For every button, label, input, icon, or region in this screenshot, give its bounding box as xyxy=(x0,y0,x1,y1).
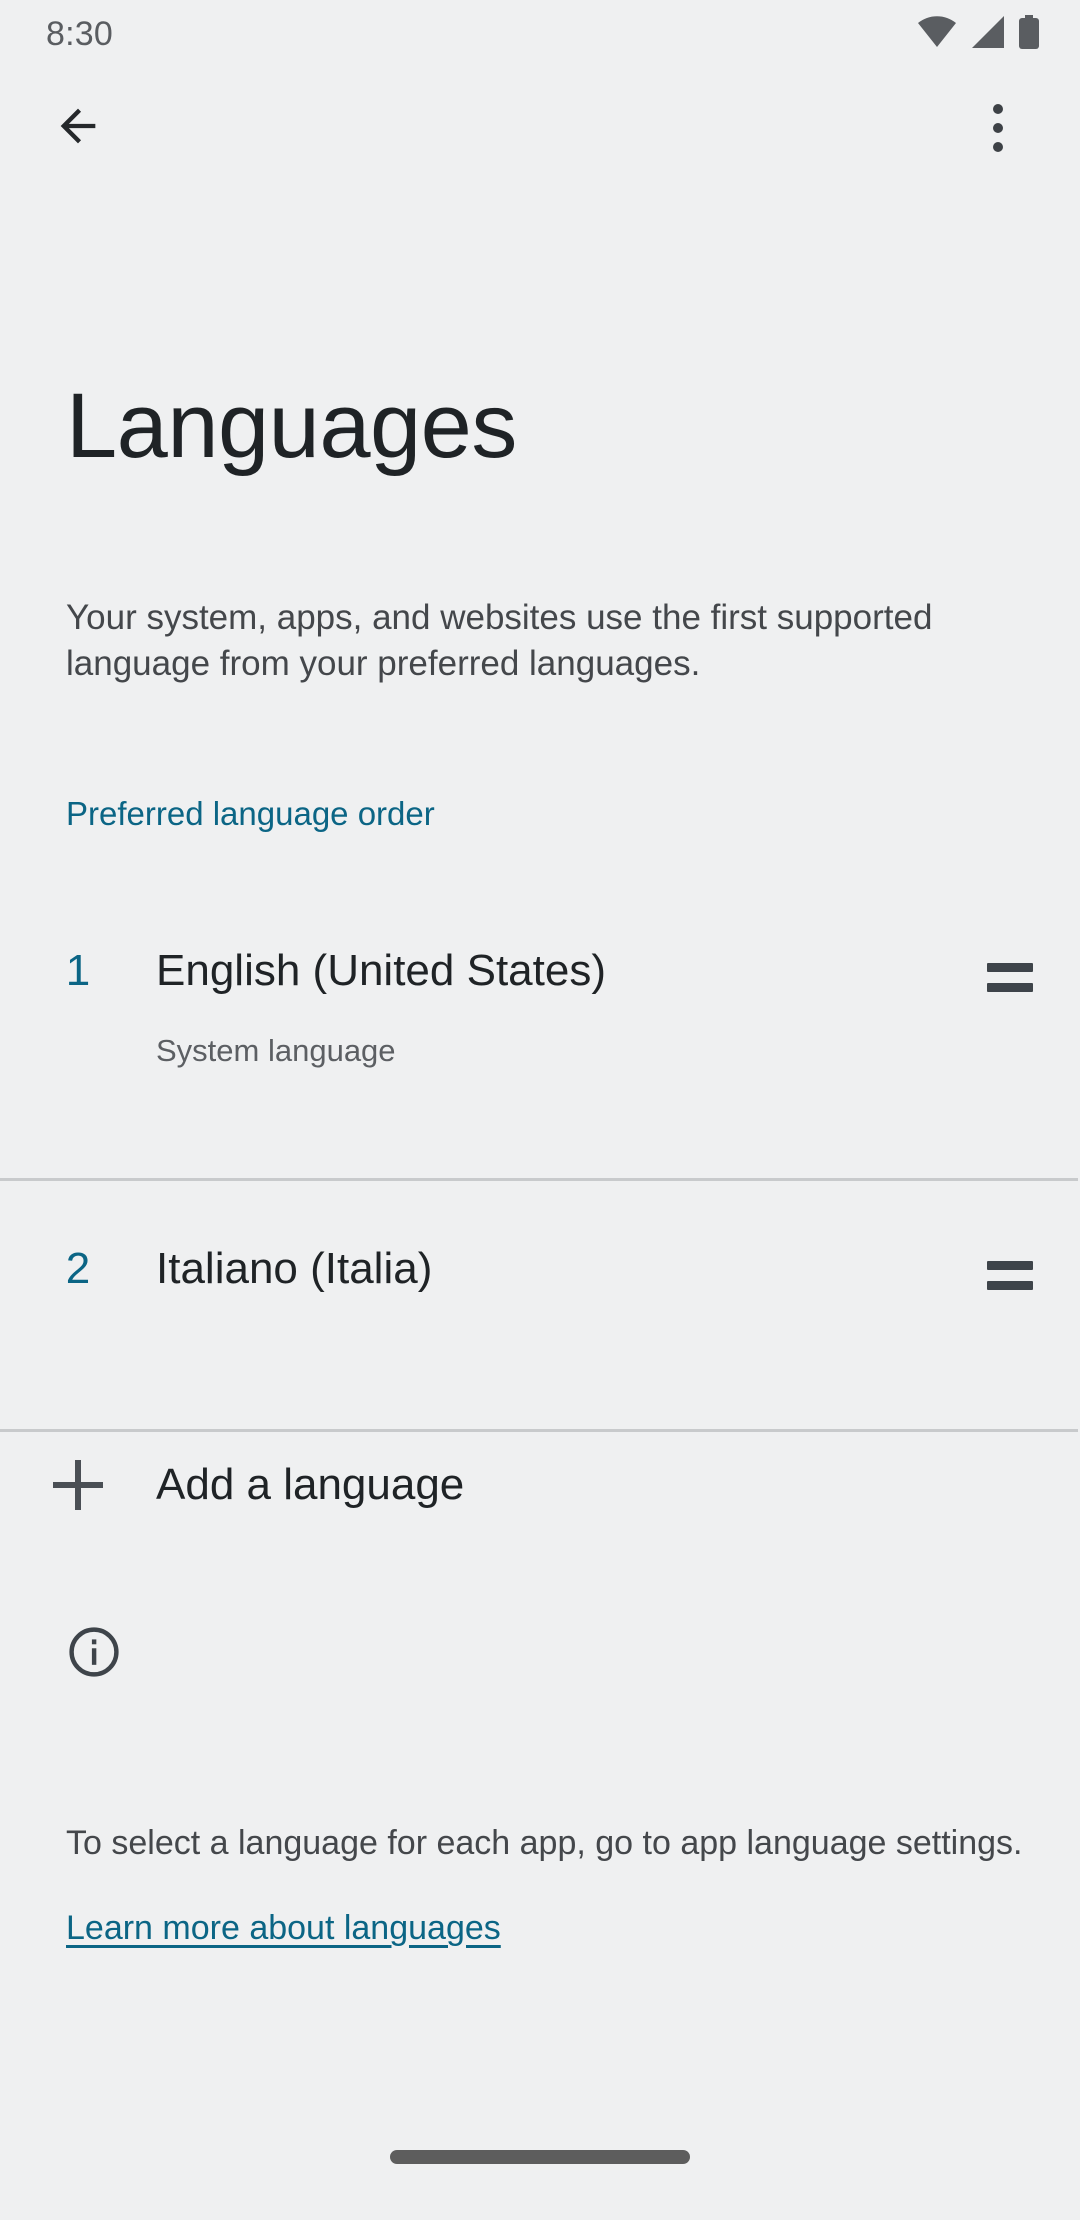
back-button[interactable] xyxy=(30,80,126,176)
battery-icon xyxy=(1018,14,1040,54)
language-list: 1 English (United States) System languag… xyxy=(0,890,1080,1432)
status-icons xyxy=(918,14,1040,54)
signal-icon xyxy=(970,15,1004,53)
language-index: 2 xyxy=(65,1244,91,1293)
learn-more-link[interactable]: Learn more about languages xyxy=(66,1905,501,1951)
gesture-nav-pill[interactable] xyxy=(390,2150,690,2164)
drag-handle-icon[interactable] xyxy=(940,1249,1080,1301)
overflow-menu-button[interactable] xyxy=(950,80,1046,176)
language-index: 1 xyxy=(65,946,91,995)
language-name: Italiano (Italia) xyxy=(156,1244,433,1293)
section-header-preferred-language-order: Preferred language order xyxy=(66,795,435,832)
drag-handle-icon[interactable] xyxy=(940,951,1080,1003)
languages-settings-screen: 8:30 Languages Your system, apps, and we… xyxy=(0,0,1080,2220)
page-title: Languages xyxy=(66,375,517,477)
back-arrow-icon xyxy=(52,100,104,157)
page-description: Your system, apps, and websites use the … xyxy=(66,598,933,683)
info-icon xyxy=(66,1624,122,1685)
status-bar: 8:30 xyxy=(0,0,1080,68)
add-language-row[interactable]: Add a language xyxy=(0,1425,1080,1545)
language-body: English (United States) System language xyxy=(156,945,940,1071)
language-row-2[interactable]: 2 Italiano (Italia) xyxy=(0,1181,1080,1429)
app-bar xyxy=(0,72,1080,184)
footer-text: To select a language for each app, go to… xyxy=(66,1824,1023,1862)
more-options-icon xyxy=(993,104,1003,152)
language-body: Italiano (Italia) xyxy=(156,1243,940,1295)
add-language-label: Add a language xyxy=(156,1460,465,1509)
status-time: 8:30 xyxy=(46,14,113,53)
language-subtitle: System language xyxy=(156,1033,396,1068)
language-name: English (United States) xyxy=(156,946,606,995)
language-row-1[interactable]: 1 English (United States) System languag… xyxy=(0,890,1080,1178)
wifi-icon xyxy=(918,15,956,53)
